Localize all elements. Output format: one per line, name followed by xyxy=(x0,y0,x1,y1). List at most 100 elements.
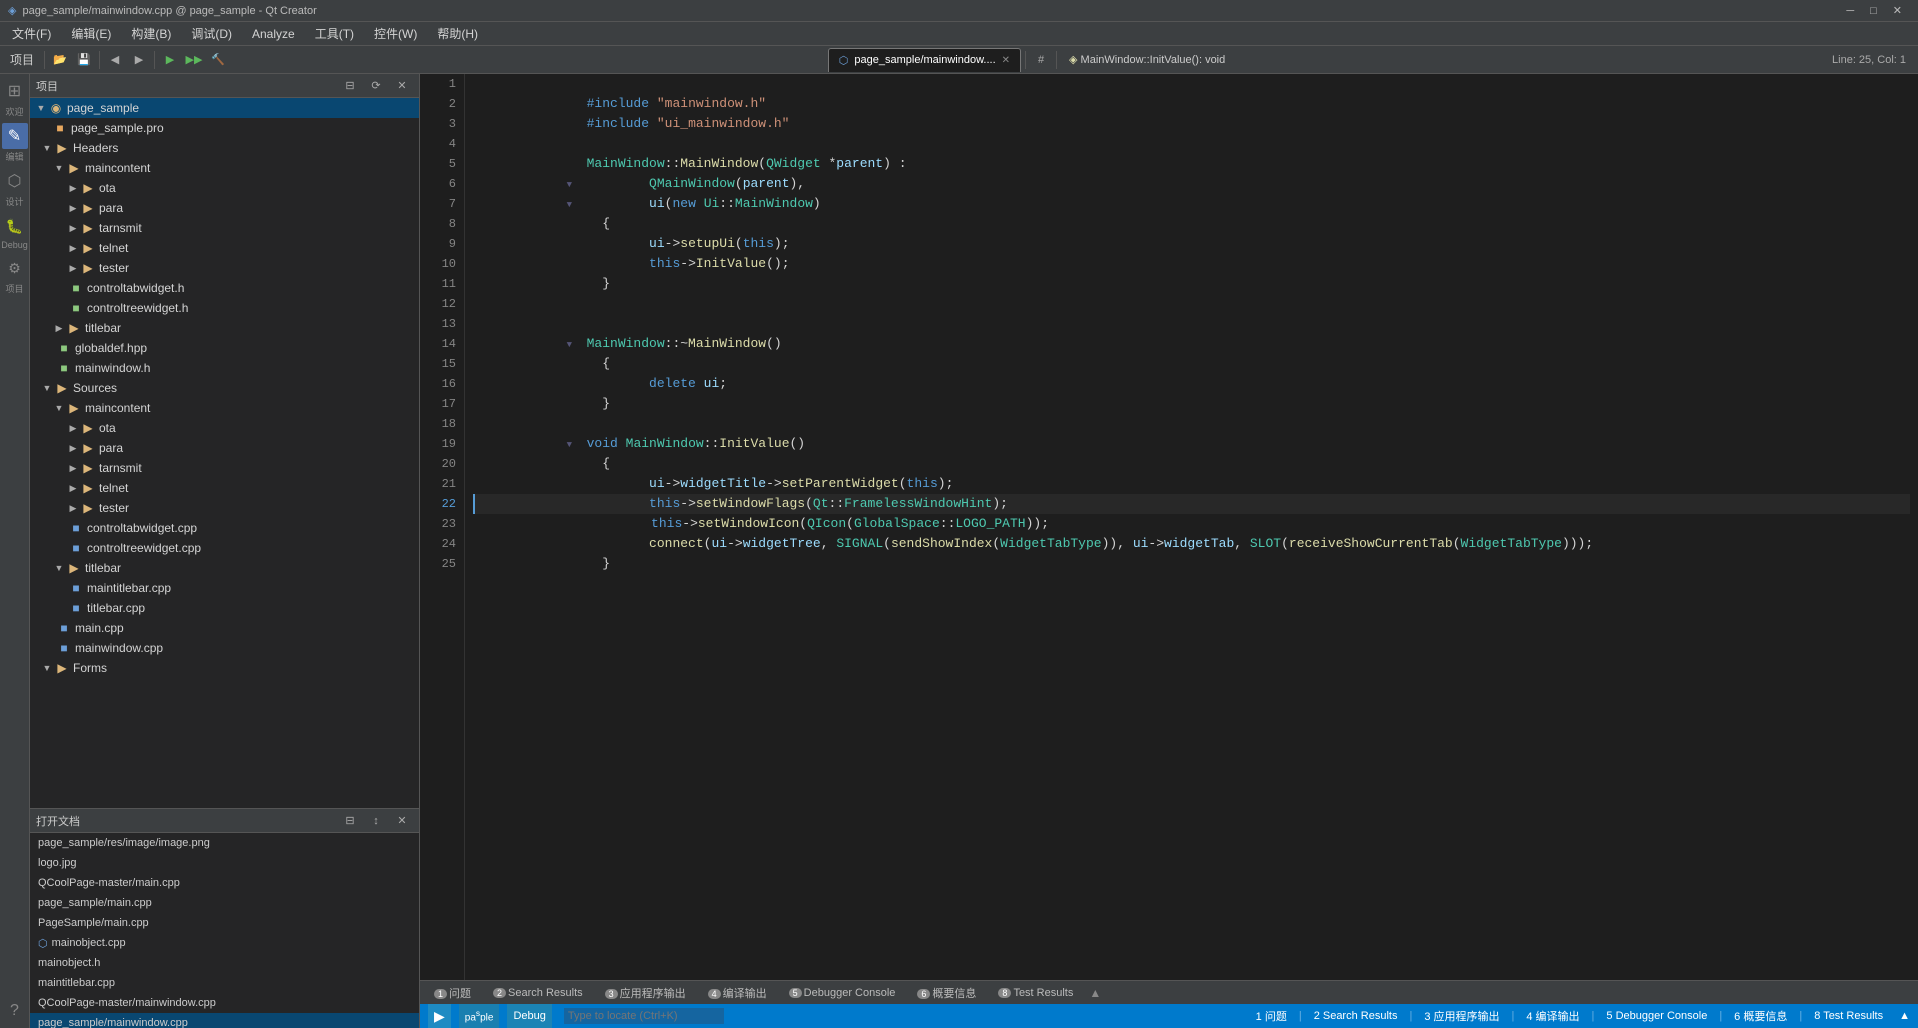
status-test-results[interactable]: 8 Test Results xyxy=(1810,1010,1887,1022)
bottom-tab-test[interactable]: 8Test Results xyxy=(988,985,1083,1001)
project-tree[interactable]: ▼ ◉ page_sample ■ page_sample.pro ▼ ▶ He… xyxy=(30,98,419,808)
tree-item-tarnsmit-s[interactable]: ▶ ▶ tarnsmit xyxy=(30,458,419,478)
tree-arrow-forms[interactable]: ▼ xyxy=(40,661,54,675)
tree-item-root[interactable]: ▼ ◉ page_sample xyxy=(30,98,419,118)
sidebar-edit[interactable]: ✎ xyxy=(2,123,28,149)
sidebar-help[interactable]: ? xyxy=(2,998,28,1024)
tree-item-pro[interactable]: ■ page_sample.pro xyxy=(30,118,419,138)
tree-arrow-tarnsmit-s[interactable]: ▶ xyxy=(66,461,80,475)
project-sync-btn[interactable]: ⟳ xyxy=(365,75,387,97)
open-file-logo[interactable]: logo.jpg xyxy=(30,853,419,873)
open-file-qcoolpage-mainwindow[interactable]: QCoolPage-master/mainwindow.cpp xyxy=(30,993,419,1013)
open-files-close-btn[interactable]: ✕ xyxy=(391,810,413,832)
tree-item-maincontent-h[interactable]: ▼ ▶ maincontent xyxy=(30,158,419,178)
open-file-qcoolpage-main[interactable]: QCoolPage-master/main.cpp xyxy=(30,873,419,893)
open-file-image-png[interactable]: page_sample/res/image/image.png xyxy=(30,833,419,853)
status-search[interactable] xyxy=(560,1008,728,1024)
tree-item-mainwindow-cpp[interactable]: ■ mainwindow.cpp xyxy=(30,638,419,658)
tree-arrow-maincontent-h[interactable]: ▼ xyxy=(52,161,66,175)
tree-item-maintitlebar-cpp[interactable]: ■ maintitlebar.cpp xyxy=(30,578,419,598)
tree-item-controltreewidget-h[interactable]: ■ controltreewidget.h xyxy=(30,298,419,318)
menu-build[interactable]: 构建(B) xyxy=(123,23,179,44)
toolbar-open-btn[interactable]: 📂 xyxy=(49,49,71,71)
editor-tab-close[interactable]: ✕ xyxy=(1002,55,1010,66)
toolbar-save-btn[interactable]: 💾 xyxy=(73,49,95,71)
menu-analyze[interactable]: Analyze xyxy=(244,25,303,43)
toolbar-hash-btn[interactable]: # xyxy=(1030,49,1052,71)
tree-arrow-telnet-s[interactable]: ▶ xyxy=(66,481,80,495)
menu-file[interactable]: 文件(F) xyxy=(4,23,59,44)
tree-arrow-ota-h[interactable]: ▶ xyxy=(66,181,80,195)
tree-arrow-root[interactable]: ▼ xyxy=(34,101,48,115)
sidebar-design[interactable]: ⬡ xyxy=(2,168,28,194)
open-file-maintitlebar[interactable]: maintitlebar.cpp xyxy=(30,973,419,993)
tree-arrow-tester-s[interactable]: ▶ xyxy=(66,501,80,515)
tree-arrow-para-s[interactable]: ▶ xyxy=(66,441,80,455)
project-close-btn[interactable]: ✕ xyxy=(391,75,413,97)
menu-edit[interactable]: 编辑(E) xyxy=(63,23,119,44)
open-file-page-main[interactable]: page_sample/main.cpp xyxy=(30,893,419,913)
tree-arrow-headers[interactable]: ▼ xyxy=(40,141,54,155)
tree-arrow-ota-s[interactable]: ▶ xyxy=(66,421,80,435)
project-filter-btn[interactable]: ⊟ xyxy=(339,75,361,97)
tree-item-controltabwidget-h[interactable]: ■ controltabwidget.h xyxy=(30,278,419,298)
menu-controls[interactable]: 控件(W) xyxy=(366,23,425,44)
tree-item-sources[interactable]: ▼ ▶ Sources xyxy=(30,378,419,398)
code-content[interactable]: #include "mainwindow.h" #include "ui_mai… xyxy=(465,74,1918,980)
tree-item-titlebar-s[interactable]: ▼ ▶ titlebar xyxy=(30,558,419,578)
status-compile-output[interactable]: 4 编译输出 xyxy=(1522,1008,1583,1024)
tree-arrow-maincontent-s[interactable]: ▼ xyxy=(52,401,66,415)
tree-item-main-cpp[interactable]: ■ main.cpp xyxy=(30,618,419,638)
toolbar-run-btn[interactable]: ▶ xyxy=(159,49,181,71)
tree-arrow-para-h[interactable]: ▶ xyxy=(66,201,80,215)
toolbar-forward-btn[interactable]: ▶ xyxy=(128,49,150,71)
tree-arrow-tarnsmit-h[interactable]: ▶ xyxy=(66,221,80,235)
tree-item-controltabwidget-cpp[interactable]: ■ controltabwidget.cpp xyxy=(30,518,419,538)
open-files-list[interactable]: page_sample/res/image/image.png logo.jpg… xyxy=(30,833,419,1028)
tree-item-para-h[interactable]: ▶ ▶ para xyxy=(30,198,419,218)
menu-tools[interactable]: 工具(T) xyxy=(307,23,362,44)
menu-help[interactable]: 帮助(H) xyxy=(429,23,486,44)
tree-item-titlebar-cpp[interactable]: ■ titlebar.cpp xyxy=(30,598,419,618)
bottom-tab-issues[interactable]: 1问题 xyxy=(424,983,481,1003)
menu-debug[interactable]: 调试(D) xyxy=(183,23,240,44)
tree-item-globaldef[interactable]: ■ globaldef.hpp xyxy=(30,338,419,358)
tree-item-forms[interactable]: ▼ ▶ Forms xyxy=(30,658,419,678)
bottom-tab-debugger[interactable]: 5Debugger Console xyxy=(779,985,906,1001)
sidebar-project[interactable]: ⚙ xyxy=(2,255,28,281)
open-files-expand-btn[interactable]: ↕ xyxy=(365,810,387,832)
tree-arrow-titlebar-s[interactable]: ▼ xyxy=(52,561,66,575)
tree-arrow-telnet-h[interactable]: ▶ xyxy=(66,241,80,255)
open-file-mainobject-h[interactable]: mainobject.h xyxy=(30,953,419,973)
bottom-tab-expand-icon[interactable]: ▲ xyxy=(1089,986,1101,1000)
tree-item-telnet-h[interactable]: ▶ ▶ telnet xyxy=(30,238,419,258)
open-files-filter-btn[interactable]: ⊟ xyxy=(339,810,361,832)
tree-arrow-tester-h[interactable]: ▶ xyxy=(66,261,80,275)
open-file-pagesample-main[interactable]: PageSample/main.cpp xyxy=(30,913,419,933)
open-file-page-mainwindow[interactable]: page_sample/mainwindow.cpp xyxy=(30,1013,419,1028)
status-search-results[interactable]: 2 Search Results xyxy=(1310,1010,1402,1022)
tree-item-telnet-s[interactable]: ▶ ▶ telnet xyxy=(30,478,419,498)
tree-item-ota-h[interactable]: ▶ ▶ ota xyxy=(30,178,419,198)
tree-item-tester-s[interactable]: ▶ ▶ tester xyxy=(30,498,419,518)
status-expand-icon[interactable]: ▲ xyxy=(1899,1010,1910,1022)
tree-item-ota-s[interactable]: ▶ ▶ ota xyxy=(30,418,419,438)
status-search-input[interactable] xyxy=(564,1008,724,1024)
status-issues[interactable]: 1 问题 xyxy=(1252,1008,1291,1024)
tree-item-titlebar-h[interactable]: ▶ ▶ titlebar xyxy=(30,318,419,338)
tree-arrow-titlebar-h[interactable]: ▶ xyxy=(52,321,66,335)
tree-item-tester-h[interactable]: ▶ ▶ tester xyxy=(30,258,419,278)
sidebar-debug[interactable]: 🐛 xyxy=(2,213,28,239)
tree-item-tarnsmit-h[interactable]: ▶ ▶ tarnsmit xyxy=(30,218,419,238)
bottom-tab-compile[interactable]: 4编译输出 xyxy=(698,983,777,1003)
bottom-tab-overview[interactable]: 6概要信息 xyxy=(907,983,986,1003)
status-overview[interactable]: 6 概要信息 xyxy=(1730,1008,1791,1024)
open-file-mainobject-cpp[interactable]: ⬡mainobject.cpp xyxy=(30,933,419,953)
close-btn[interactable]: ✕ xyxy=(1885,4,1910,17)
maximize-btn[interactable]: □ xyxy=(1862,5,1885,17)
tree-item-headers[interactable]: ▼ ▶ Headers xyxy=(30,138,419,158)
tree-item-controltreewidget-cpp[interactable]: ■ controltreewidget.cpp xyxy=(30,538,419,558)
minimize-btn[interactable]: ─ xyxy=(1838,5,1862,17)
sidebar-welcome[interactable]: ⊞ xyxy=(2,78,28,104)
toolbar-back-btn[interactable]: ◀ xyxy=(104,49,126,71)
